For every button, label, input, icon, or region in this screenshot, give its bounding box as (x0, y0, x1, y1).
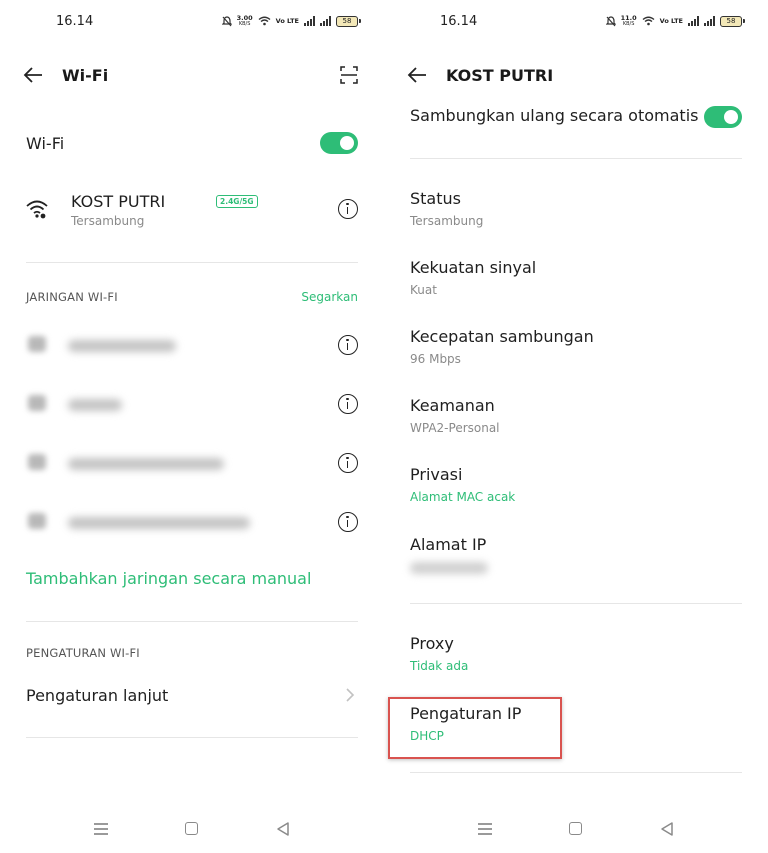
page-title: KOST PUTRI (446, 66, 554, 85)
navigation-bar (384, 818, 768, 840)
menu-icon[interactable] (478, 823, 492, 835)
detail-value: Kuat (410, 283, 437, 297)
page-title: Wi-Fi (62, 66, 109, 85)
wifi-icon (26, 200, 48, 219)
network-item-blurred[interactable] (26, 448, 358, 478)
proxy-title: Proxy (410, 634, 454, 653)
status-icons: 3.00 KB/S Vo LTE 58 (221, 14, 361, 27)
detail-privacy[interactable]: Privasi Alamat MAC acak (410, 465, 742, 504)
volte-indicator: Vo LTE (275, 17, 299, 25)
detail-title: Keamanan (410, 396, 495, 415)
status-bar: 16.14 11.0 KB/S Vo LTE 58 (384, 14, 768, 32)
ip-address-blurred (410, 562, 488, 574)
signal-icon-2 (704, 16, 715, 26)
network-item-blurred[interactable] (26, 330, 358, 360)
network-name-blurred (68, 340, 176, 352)
volte-indicator: Vo LTE (659, 17, 683, 25)
add-network-manually-link[interactable]: Tambahkan jaringan secara manual (26, 569, 311, 588)
app-header: Wi-Fi (0, 60, 384, 90)
signal-icon (304, 16, 315, 26)
advanced-settings-label: Pengaturan lanjut (26, 686, 169, 705)
scan-icon[interactable] (340, 66, 358, 84)
band-badge: 2.4G/5G (216, 195, 258, 208)
wifi-toggle[interactable] (320, 132, 358, 154)
detail-security: Keamanan WPA2-Personal (410, 396, 742, 435)
battery-icon: 58 (720, 15, 745, 27)
wifi-settings-screen: 16.14 3.00 KB/S Vo LTE 58 Wi-Fi Wi-Fi KOS… (0, 0, 384, 853)
detail-title: Status (410, 189, 461, 208)
mute-icon (221, 15, 232, 26)
back-arrow-icon[interactable] (406, 65, 428, 85)
home-icon[interactable] (569, 822, 582, 835)
connected-network-item[interactable]: KOST PUTRI 2.4G/5G Tersambung (26, 186, 358, 236)
home-icon[interactable] (185, 822, 198, 835)
wifi-toggle-row: Wi-Fi (26, 128, 358, 158)
auto-reconnect-toggle[interactable] (704, 106, 742, 128)
detail-status: Status Tersambung (410, 189, 742, 228)
network-item-blurred[interactable] (26, 389, 358, 419)
network-status: Tersambung (71, 214, 145, 228)
divider (26, 621, 358, 622)
network-speed: 11.0 KB/S (620, 14, 637, 27)
wifi-icon (28, 336, 46, 352)
mute-icon (605, 15, 616, 26)
advanced-settings-item[interactable]: Pengaturan lanjut (26, 682, 358, 710)
back-triangle-icon[interactable] (276, 821, 290, 837)
networks-section-title: JARINGAN WI-FI (26, 290, 118, 304)
auto-reconnect-row: Sambungkan ulang secara otomatis (410, 104, 742, 130)
detail-title: Alamat IP (410, 535, 487, 554)
chevron-right-icon (346, 688, 355, 702)
proxy-value: Tidak ada (410, 659, 469, 673)
info-icon[interactable] (338, 453, 358, 473)
proxy-item[interactable]: Proxy Tidak ada (410, 634, 742, 673)
info-icon[interactable] (338, 335, 358, 355)
status-icons: 11.0 KB/S Vo LTE 58 (605, 14, 745, 27)
network-name: KOST PUTRI (71, 192, 166, 211)
app-header: KOST PUTRI (384, 60, 768, 90)
auto-reconnect-label: Sambungkan ulang secara otomatis (410, 106, 699, 125)
back-triangle-icon[interactable] (660, 821, 674, 837)
detail-signal-strength: Kekuatan sinyal Kuat (410, 258, 742, 297)
navigation-bar (0, 818, 384, 840)
info-icon[interactable] (338, 512, 358, 532)
detail-title: Kecepatan sambungan (410, 327, 594, 346)
status-time: 16.14 (56, 14, 94, 29)
detail-ip-address: Alamat IP (410, 535, 742, 574)
status-bar: 16.14 3.00 KB/S Vo LTE 58 (0, 14, 384, 32)
battery-icon: 58 (336, 15, 361, 27)
wifi-settings-section-title: PENGATURAN WI-FI (26, 646, 140, 660)
divider (410, 772, 742, 773)
wifi-label: Wi-Fi (26, 134, 65, 153)
refresh-link[interactable]: Segarkan (301, 290, 358, 304)
detail-title: Kekuatan sinyal (410, 258, 537, 277)
network-name-blurred (68, 517, 250, 529)
network-speed: 3.00 KB/S (236, 14, 253, 27)
wifi-status-icon (258, 16, 271, 26)
wifi-status-icon (642, 16, 655, 26)
network-item-blurred[interactable] (26, 507, 358, 537)
detail-title: Privasi (410, 465, 463, 484)
info-icon[interactable] (338, 199, 358, 219)
divider (26, 737, 358, 738)
detail-value: Tersambung (410, 214, 484, 228)
wifi-icon (28, 395, 46, 411)
signal-icon-2 (320, 16, 331, 26)
detail-value: 96 Mbps (410, 352, 461, 366)
divider (26, 262, 358, 263)
divider (410, 158, 742, 159)
menu-icon[interactable] (94, 823, 108, 835)
highlight-annotation-box (388, 697, 562, 759)
wifi-icon (28, 454, 46, 470)
wifi-icon (28, 513, 46, 529)
info-icon[interactable] (338, 394, 358, 414)
network-name-blurred (68, 399, 122, 411)
detail-link-speed: Kecepatan sambungan 96 Mbps (410, 327, 742, 366)
network-name-blurred (68, 458, 224, 470)
detail-value: WPA2-Personal (410, 421, 500, 435)
status-time: 16.14 (440, 14, 478, 29)
detail-value: Alamat MAC acak (410, 490, 516, 504)
signal-icon (688, 16, 699, 26)
divider (410, 603, 742, 604)
back-arrow-icon[interactable] (22, 65, 44, 85)
